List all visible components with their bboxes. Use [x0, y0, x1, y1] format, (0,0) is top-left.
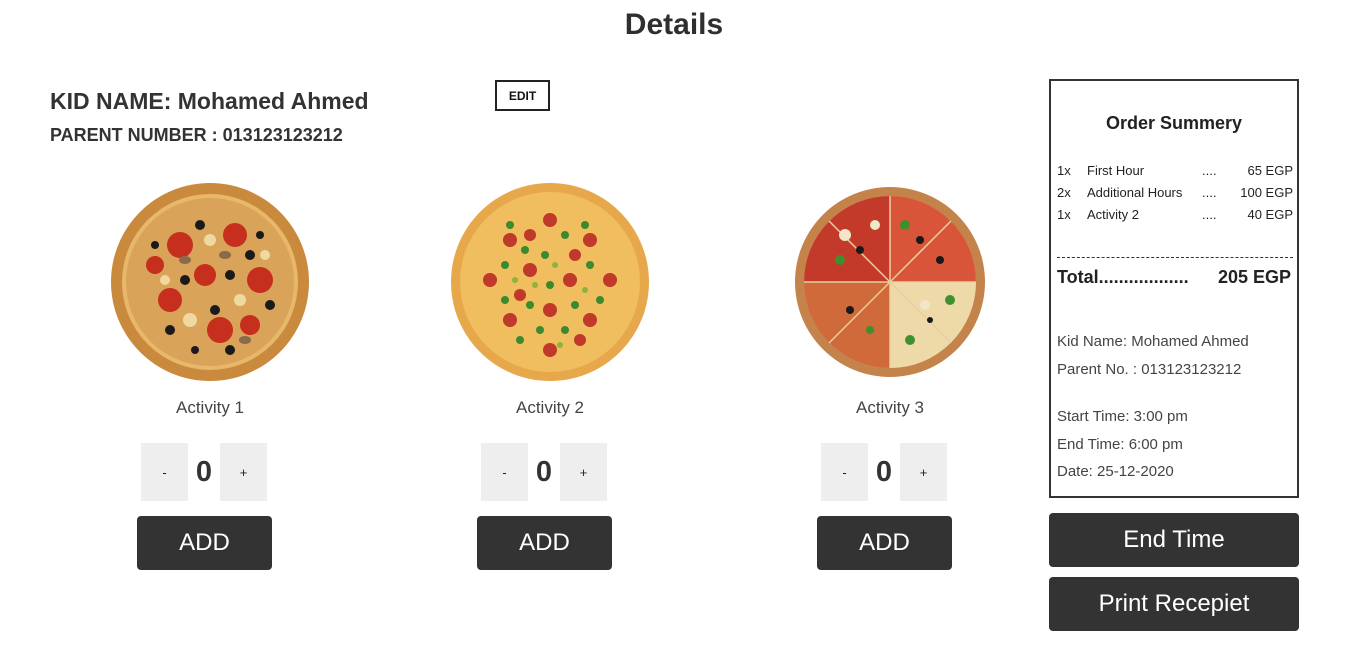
item-dots: .... — [1202, 207, 1217, 222]
pizza-image — [795, 187, 985, 377]
item-quantity: 1x — [1057, 163, 1071, 178]
item-name: First Hour — [1087, 163, 1145, 178]
activity-label: Activity 2 — [515, 398, 585, 417]
add-button[interactable]: ADD — [477, 516, 612, 570]
quantity-value: 0 — [195, 455, 213, 488]
order-summary-panel: Order Summery 1x First Hour .... 65 EGP … — [1049, 79, 1299, 498]
decrement-button[interactable]: - — [821, 443, 868, 501]
order-summary-title: Order Summery — [1105, 113, 1243, 133]
item-quantity: 1x — [1057, 207, 1071, 222]
order-item: 1x First Hour .... 65 EGP — [1057, 163, 1293, 185]
increment-button[interactable]: + — [900, 443, 947, 501]
total-value: 205 EGP — [1217, 267, 1291, 287]
quantity-stepper: - 0 + — [481, 443, 609, 501]
end-time-button[interactable]: End Time — [1049, 513, 1299, 567]
quantity-stepper: - 0 + — [821, 443, 949, 501]
summary-date: Date: 25-12-2020 — [1057, 463, 1174, 480]
quantity-value: 0 — [535, 455, 553, 488]
kid-name: KID NAME: Mohamed Ahmed — [50, 88, 369, 114]
summary-parent-number: Parent No. : 013123123212 — [1057, 361, 1242, 378]
pizza-image — [111, 183, 309, 381]
item-price: 100 EGP — [1240, 185, 1293, 200]
pizza-image — [451, 183, 649, 381]
summary-end-time: End Time: 6:00 pm — [1057, 436, 1183, 453]
item-name: Additional Hours — [1087, 185, 1183, 200]
edit-button[interactable]: EDIT — [495, 80, 550, 111]
item-dots: .... — [1202, 163, 1217, 178]
increment-button[interactable]: + — [220, 443, 267, 501]
activity-label: Activity 3 — [855, 398, 925, 417]
order-item: 1x Activity 2 .... 40 EGP — [1057, 207, 1293, 229]
add-button[interactable]: ADD — [137, 516, 272, 570]
print-receipt-button[interactable]: Print Recepiet — [1049, 577, 1299, 631]
summary-kid-name: Kid Name: Mohamed Ahmed — [1057, 333, 1249, 350]
decrement-button[interactable]: - — [141, 443, 188, 501]
item-price: 40 EGP — [1247, 207, 1293, 222]
add-button[interactable]: ADD — [817, 516, 952, 570]
order-item: 2x Additional Hours .... 100 EGP — [1057, 185, 1293, 207]
increment-button[interactable]: + — [560, 443, 607, 501]
total-label: Total.................. — [1057, 267, 1189, 287]
parent-number: PARENT NUMBER : 013123123212 — [50, 125, 343, 145]
item-dots: .... — [1202, 185, 1217, 200]
item-name: Activity 2 — [1087, 207, 1140, 222]
decrement-button[interactable]: - — [481, 443, 528, 501]
quantity-stepper: - 0 + — [141, 443, 269, 501]
summary-divider — [1057, 257, 1293, 258]
summary-start-time: Start Time: 3:00 pm — [1057, 408, 1188, 425]
order-items: 1x First Hour .... 65 EGP 2x Additional … — [1057, 163, 1293, 229]
quantity-value: 0 — [875, 455, 893, 488]
page-title: Details — [624, 8, 724, 41]
item-quantity: 2x — [1057, 185, 1071, 200]
activity-label: Activity 1 — [175, 398, 245, 417]
item-price: 65 EGP — [1247, 163, 1293, 178]
